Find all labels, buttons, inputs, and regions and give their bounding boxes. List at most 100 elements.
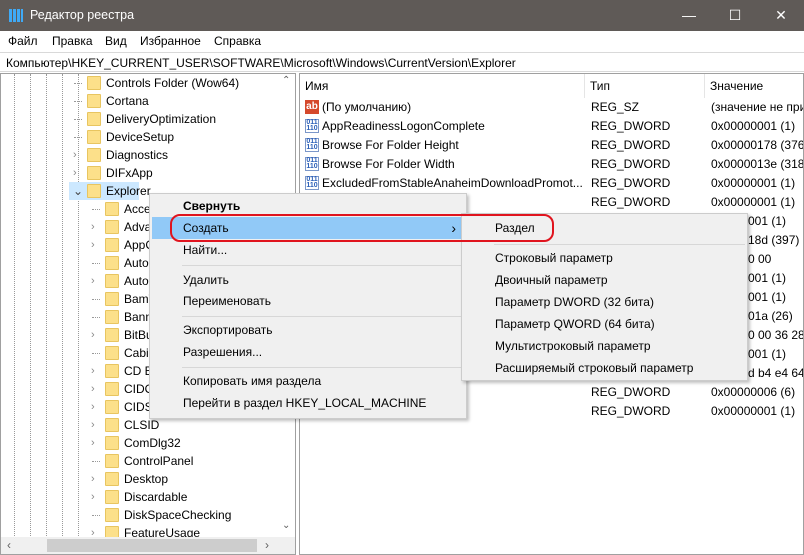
maximize-button[interactable]: ☐ (712, 0, 758, 31)
tree-item-label: DeviceSetup (106, 130, 175, 144)
tree-item-label: Controls Folder (Wow64) (106, 76, 240, 90)
tree-item-label: Auto (124, 274, 149, 288)
menu-file[interactable]: Файл (8, 34, 38, 48)
menu-item-copy-key-name[interactable]: Копировать имя раздела (152, 370, 464, 392)
value-type: REG_DWORD (591, 385, 671, 399)
chevron-down-icon[interactable]: ⌄ (73, 182, 83, 200)
tree-item[interactable]: DeliveryOptimization (1, 110, 277, 128)
tree-item-label: Diagnostics (106, 148, 169, 162)
chevron-right-icon[interactable]: › (91, 380, 95, 398)
chevron-right-icon[interactable]: › (91, 272, 95, 290)
menu-item-permissions[interactable]: Разрешения... (152, 341, 464, 363)
scroll-left-icon[interactable]: ‹ (7, 538, 11, 552)
value-data: 0 00 (748, 252, 772, 266)
value-type: REG_DWORD (591, 138, 671, 152)
tree-item[interactable]: › Diagnostics (1, 146, 277, 164)
chevron-right-icon[interactable]: › (91, 326, 95, 344)
value-data: (значение не присвоено) (711, 100, 803, 114)
value-data: 001 (1) (748, 290, 787, 304)
menu-item-rename[interactable]: Переименовать (152, 290, 464, 312)
annotation-highlight (170, 214, 554, 242)
value-row[interactable]: 011 110 AppReadinessLogonComplete REG_DWORD… (300, 117, 803, 136)
close-button[interactable]: ✕ (758, 0, 804, 31)
tree-item[interactable]: Controls Folder (Wow64) (1, 74, 277, 92)
tree-connector (92, 209, 100, 210)
chevron-right-icon[interactable]: › (91, 398, 95, 416)
tree-item[interactable]: DiskSpaceChecking (1, 506, 277, 524)
chevron-right-icon[interactable]: › (91, 362, 95, 380)
menu-item-find[interactable]: Найти... (152, 239, 464, 261)
binary-value-icon: 011110 (305, 176, 319, 190)
submenu-item-expandable-string[interactable]: Расширяемый строковый параметр (464, 357, 745, 379)
folder-icon (105, 220, 119, 234)
value-data: 18d (397) (748, 233, 800, 247)
chevron-right-icon[interactable]: › (91, 470, 95, 488)
chevron-right-icon[interactable]: › (91, 218, 95, 236)
tree-horizontal-scrollbar[interactable]: ‹ › (1, 537, 295, 554)
tree-item-label: Explorer (106, 184, 151, 198)
scroll-down-icon[interactable]: ⌄ (282, 520, 290, 531)
tree-item-label: Acce (124, 202, 151, 216)
tree-item-label: ComDlg32 (124, 436, 181, 450)
value-row[interactable]: 011 110 Browse For Folder Width REG_DWORD 0x… (300, 155, 803, 174)
menu-edit[interactable]: Правка (52, 34, 93, 48)
value-name: AppReadinessLogonComplete (322, 119, 485, 133)
chevron-right-icon[interactable]: › (73, 164, 77, 182)
value-type: REG_DWORD (591, 176, 671, 190)
menu-favorites[interactable]: Избранное (140, 34, 201, 48)
menu-help[interactable]: Справка (214, 34, 261, 48)
value-data: d b4 e4 64 (748, 366, 804, 380)
folder-icon (105, 454, 119, 468)
submenu-item-qword[interactable]: Параметр QWORD (64 бита) (464, 313, 745, 335)
scroll-up-icon[interactable]: ⌃ (282, 75, 290, 86)
column-header-type[interactable]: Тип (585, 74, 705, 98)
submenu-item-dword[interactable]: Параметр DWORD (32 бита) (464, 291, 745, 313)
value-data: 0x00000006 (6) (711, 385, 796, 399)
submenu-item-string[interactable]: Строковый параметр (464, 247, 745, 269)
chevron-right-icon[interactable]: › (91, 488, 95, 506)
menu-separator (182, 367, 464, 368)
menu-view[interactable]: Вид (105, 34, 127, 48)
scroll-right-icon[interactable]: › (265, 538, 269, 552)
tree-item[interactable]: DeviceSetup (1, 128, 277, 146)
tree-item[interactable]: › Desktop (1, 470, 277, 488)
tree-item-label: Adva (124, 220, 152, 234)
value-type: REG_DWORD (591, 119, 671, 133)
minimize-button[interactable]: — (666, 0, 712, 31)
column-header-name[interactable]: Имя (300, 74, 585, 98)
menu-item-export[interactable]: Экспортировать (152, 319, 464, 341)
tree-item[interactable]: › DIFxApp (1, 164, 277, 182)
tree-item[interactable]: ⌄ Explorer (69, 182, 151, 200)
menu-item-goto-hklm[interactable]: Перейти в раздел HKEY_LOCAL_MACHINE (152, 392, 464, 414)
regedit-app-icon (9, 9, 23, 22)
tree-item[interactable]: Cortana (1, 92, 277, 110)
value-row[interactable]: 011 110 Browse For Folder Height REG_DWORD 0… (300, 136, 803, 155)
tree-item[interactable]: ControlPanel (1, 452, 277, 470)
value-type: REG_DWORD (591, 195, 671, 209)
scroll-thumb[interactable] (47, 539, 257, 552)
binary-value-icon: 011110 (305, 119, 319, 133)
submenu-item-binary[interactable]: Двоичный параметр (464, 269, 745, 291)
value-data: 0x00000001 (1) (711, 119, 796, 133)
folder-icon (87, 94, 101, 108)
chevron-right-icon[interactable]: › (91, 416, 95, 434)
column-header-value[interactable]: Значение (705, 74, 803, 98)
chevron-right-icon[interactable]: › (91, 236, 95, 254)
tree-item[interactable]: › Discardable (1, 488, 277, 506)
folder-icon (105, 310, 119, 324)
binary-value-icon: 011110 (305, 138, 319, 152)
folder-icon (105, 256, 119, 270)
folder-icon (105, 238, 119, 252)
chevron-right-icon[interactable]: › (91, 434, 95, 452)
value-name: Browse For Folder Height (322, 138, 459, 152)
tree-connector (92, 317, 100, 318)
tree-item-label: Auto (124, 256, 149, 270)
submenu-item-multistring[interactable]: Мультистроковый параметр (464, 335, 745, 357)
address-bar[interactable]: Компьютер\HKEY_CURRENT_USER\SOFTWARE\Mic… (0, 52, 804, 72)
value-row[interactable]: ab(По умолчанию) REG_SZ (значение не присв… (300, 98, 803, 117)
tree-connector (92, 353, 100, 354)
value-row[interactable]: 011 110 ExcludedFromStableAnaheimDownloadP… (300, 174, 803, 193)
chevron-right-icon[interactable]: › (73, 146, 77, 164)
menu-item-delete[interactable]: Удалить (152, 269, 464, 291)
tree-item[interactable]: › ComDlg32 (1, 434, 277, 452)
